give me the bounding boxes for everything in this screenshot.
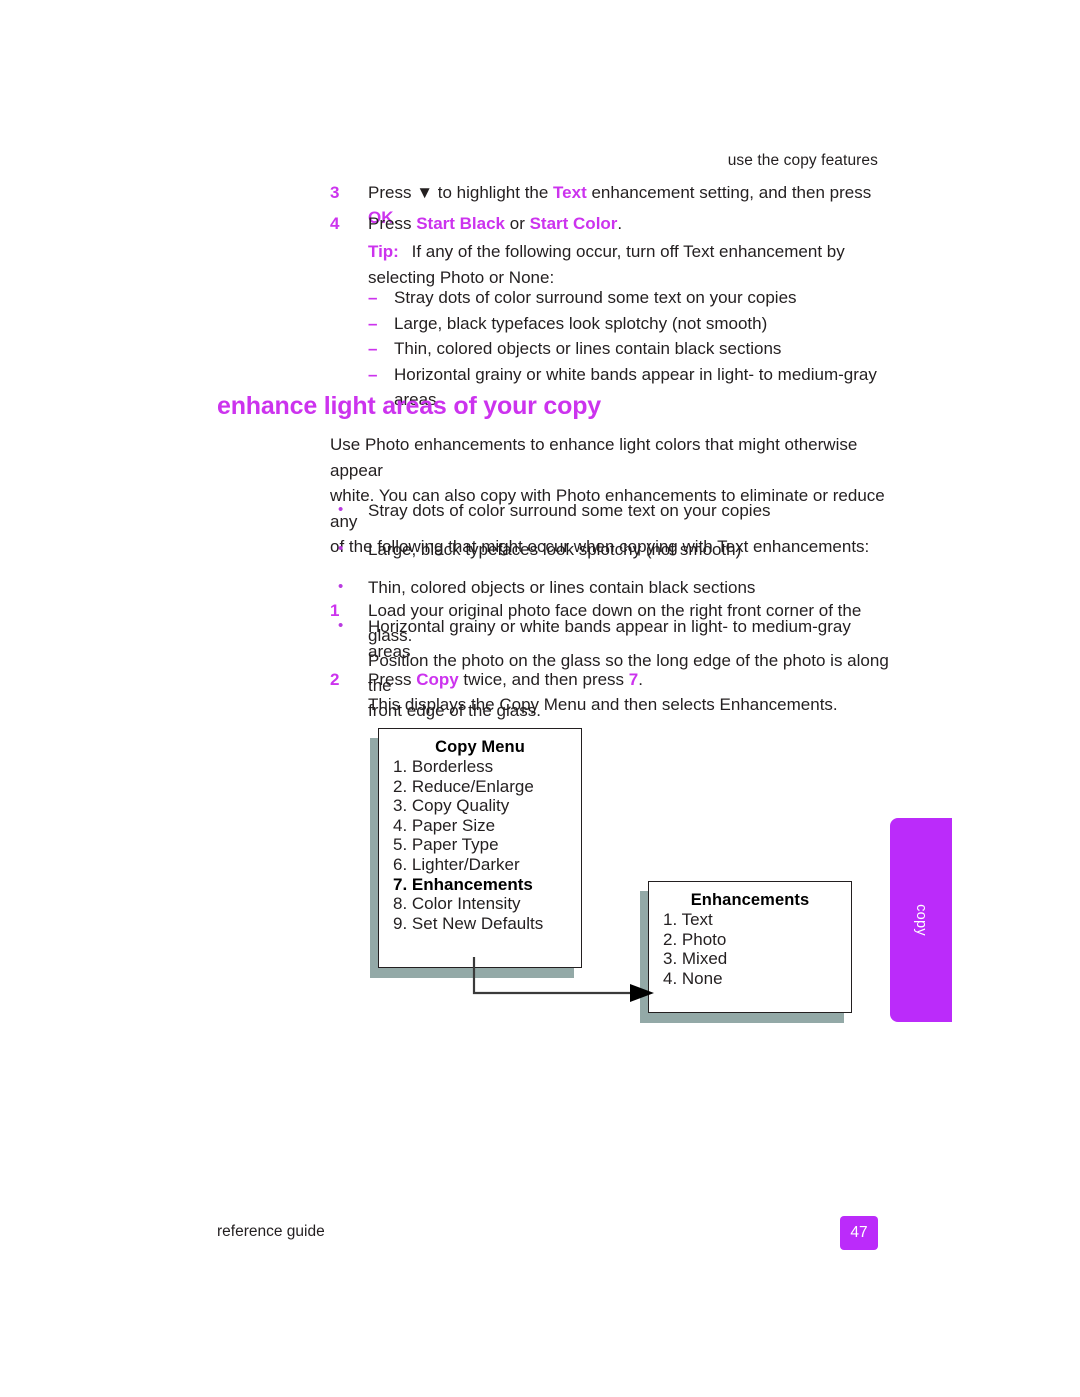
tip-block: Tip: If any of the following occur, turn… <box>368 239 888 290</box>
step-line: This displays the Copy Menu and then sel… <box>368 695 838 714</box>
copy-menu-screen: Copy Menu 1. Borderless 2. Reduce/Enlarg… <box>378 728 582 968</box>
list-item: – Thin, colored objects or lines contain… <box>368 336 908 362</box>
dash-marker: – <box>368 364 378 384</box>
paragraph-line: Use Photo enhancements to enhance light … <box>330 435 858 480</box>
keyword-text: Text <box>553 183 587 202</box>
copy-menu-item[interactable]: 4. Paper Size <box>379 816 581 836</box>
dash-marker: – <box>368 313 378 333</box>
bullet-marker: • <box>338 578 344 595</box>
numbered-step-4: 4 Press Start Black or Start Color. <box>330 211 890 236</box>
step-number: 1 <box>330 601 340 620</box>
list-item-label: Large, black typefaces look splotchy (no… <box>368 539 742 559</box>
keyword-seven: 7 <box>628 670 639 689</box>
list-item: • Thin, colored objects or lines contain… <box>338 575 898 601</box>
copy-menu-item-selected[interactable]: 7. Enhancements <box>379 875 581 895</box>
chapter-tab-copy: copy <box>890 818 952 1022</box>
step-line: Load your original photo face down on th… <box>368 601 862 645</box>
copy-menu-item[interactable]: 2. Reduce/Enlarge <box>379 777 581 797</box>
keyword-start-color: Start Color <box>529 214 618 233</box>
step-line-mid: twice, and then press <box>458 670 629 689</box>
enhancements-screen: Enhancements 1. Text 2. Photo 3. Mixed 4… <box>648 881 852 1013</box>
flow-arrow <box>472 957 654 1002</box>
list-item-label: Thin, colored objects or lines contain b… <box>368 578 756 597</box>
copy-menu-item[interactable]: 1. Borderless <box>379 757 581 777</box>
enhancements-item[interactable]: 4. None <box>649 969 851 989</box>
enhancements-title: Enhancements <box>690 891 810 909</box>
numbered-step-2: 2 Press Copy twice, and then press 7. Th… <box>330 667 900 717</box>
copy-menu-item[interactable]: 6. Lighter/Darker <box>379 855 581 875</box>
step-text: Press Copy twice, and then press 7. This… <box>368 667 900 717</box>
tip-line-2: selecting Photo or None: <box>368 267 555 287</box>
copy-menu-item[interactable]: 5. Paper Type <box>379 835 581 855</box>
tip-label: Tip: <box>368 242 399 261</box>
bullet-marker: • <box>338 539 344 557</box>
step-line-post: . <box>638 670 643 689</box>
step-number: 3 <box>330 183 340 202</box>
step-text: Press Start Black or Start Color. <box>368 214 623 233</box>
enhancements-item[interactable]: 3. Mixed <box>649 949 851 969</box>
footer-left-text: reference guide <box>217 1223 325 1240</box>
copy-menu-title: Copy Menu <box>435 738 525 756</box>
keyword-copy: Copy <box>416 670 459 689</box>
step-number: 2 <box>330 670 340 689</box>
list-item: • Stray dots of color surround some text… <box>338 498 898 524</box>
list-item: • Large, black typefaces look splotchy (… <box>338 537 898 563</box>
list-item: – Large, black typefaces look splotchy (… <box>368 311 908 337</box>
tip-line-1: If any of the following occur, turn off … <box>411 242 845 261</box>
list-item-label: Large, black typefaces look splotchy (no… <box>394 313 768 333</box>
bullet-marker: • <box>338 501 344 518</box>
section-heading: enhance light areas of your copy <box>217 392 601 420</box>
copy-menu-item[interactable]: 3. Copy Quality <box>379 796 581 816</box>
dash-marker: – <box>368 339 378 359</box>
list-item: – Stray dots of color surround some text… <box>368 285 908 311</box>
document-page: use the copy features 3 Press ▼ to highl… <box>0 0 1080 1397</box>
running-header: use the copy features <box>727 152 878 169</box>
list-item-label: Thin, colored objects or lines contain b… <box>394 339 782 359</box>
keyword-start-black: Start Black <box>416 214 506 233</box>
list-item-label: Stray dots of color surround some text o… <box>394 288 797 307</box>
enhancements-item[interactable]: 2. Photo <box>649 930 851 950</box>
copy-menu-item[interactable]: 8. Color Intensity <box>379 894 581 914</box>
chapter-tab-label: copy <box>913 904 929 936</box>
page-number-badge: 47 <box>840 1216 878 1250</box>
down-arrow-icon: ▼ <box>416 183 434 202</box>
step-number: 4 <box>330 214 340 233</box>
step-line-pre: Press <box>368 670 417 689</box>
copy-menu-item[interactable]: 9. Set New Defaults <box>379 914 581 934</box>
enhancements-item[interactable]: 1. Text <box>649 910 851 930</box>
list-item-label: Stray dots of color surround some text o… <box>368 501 771 520</box>
dash-marker: – <box>368 288 378 307</box>
